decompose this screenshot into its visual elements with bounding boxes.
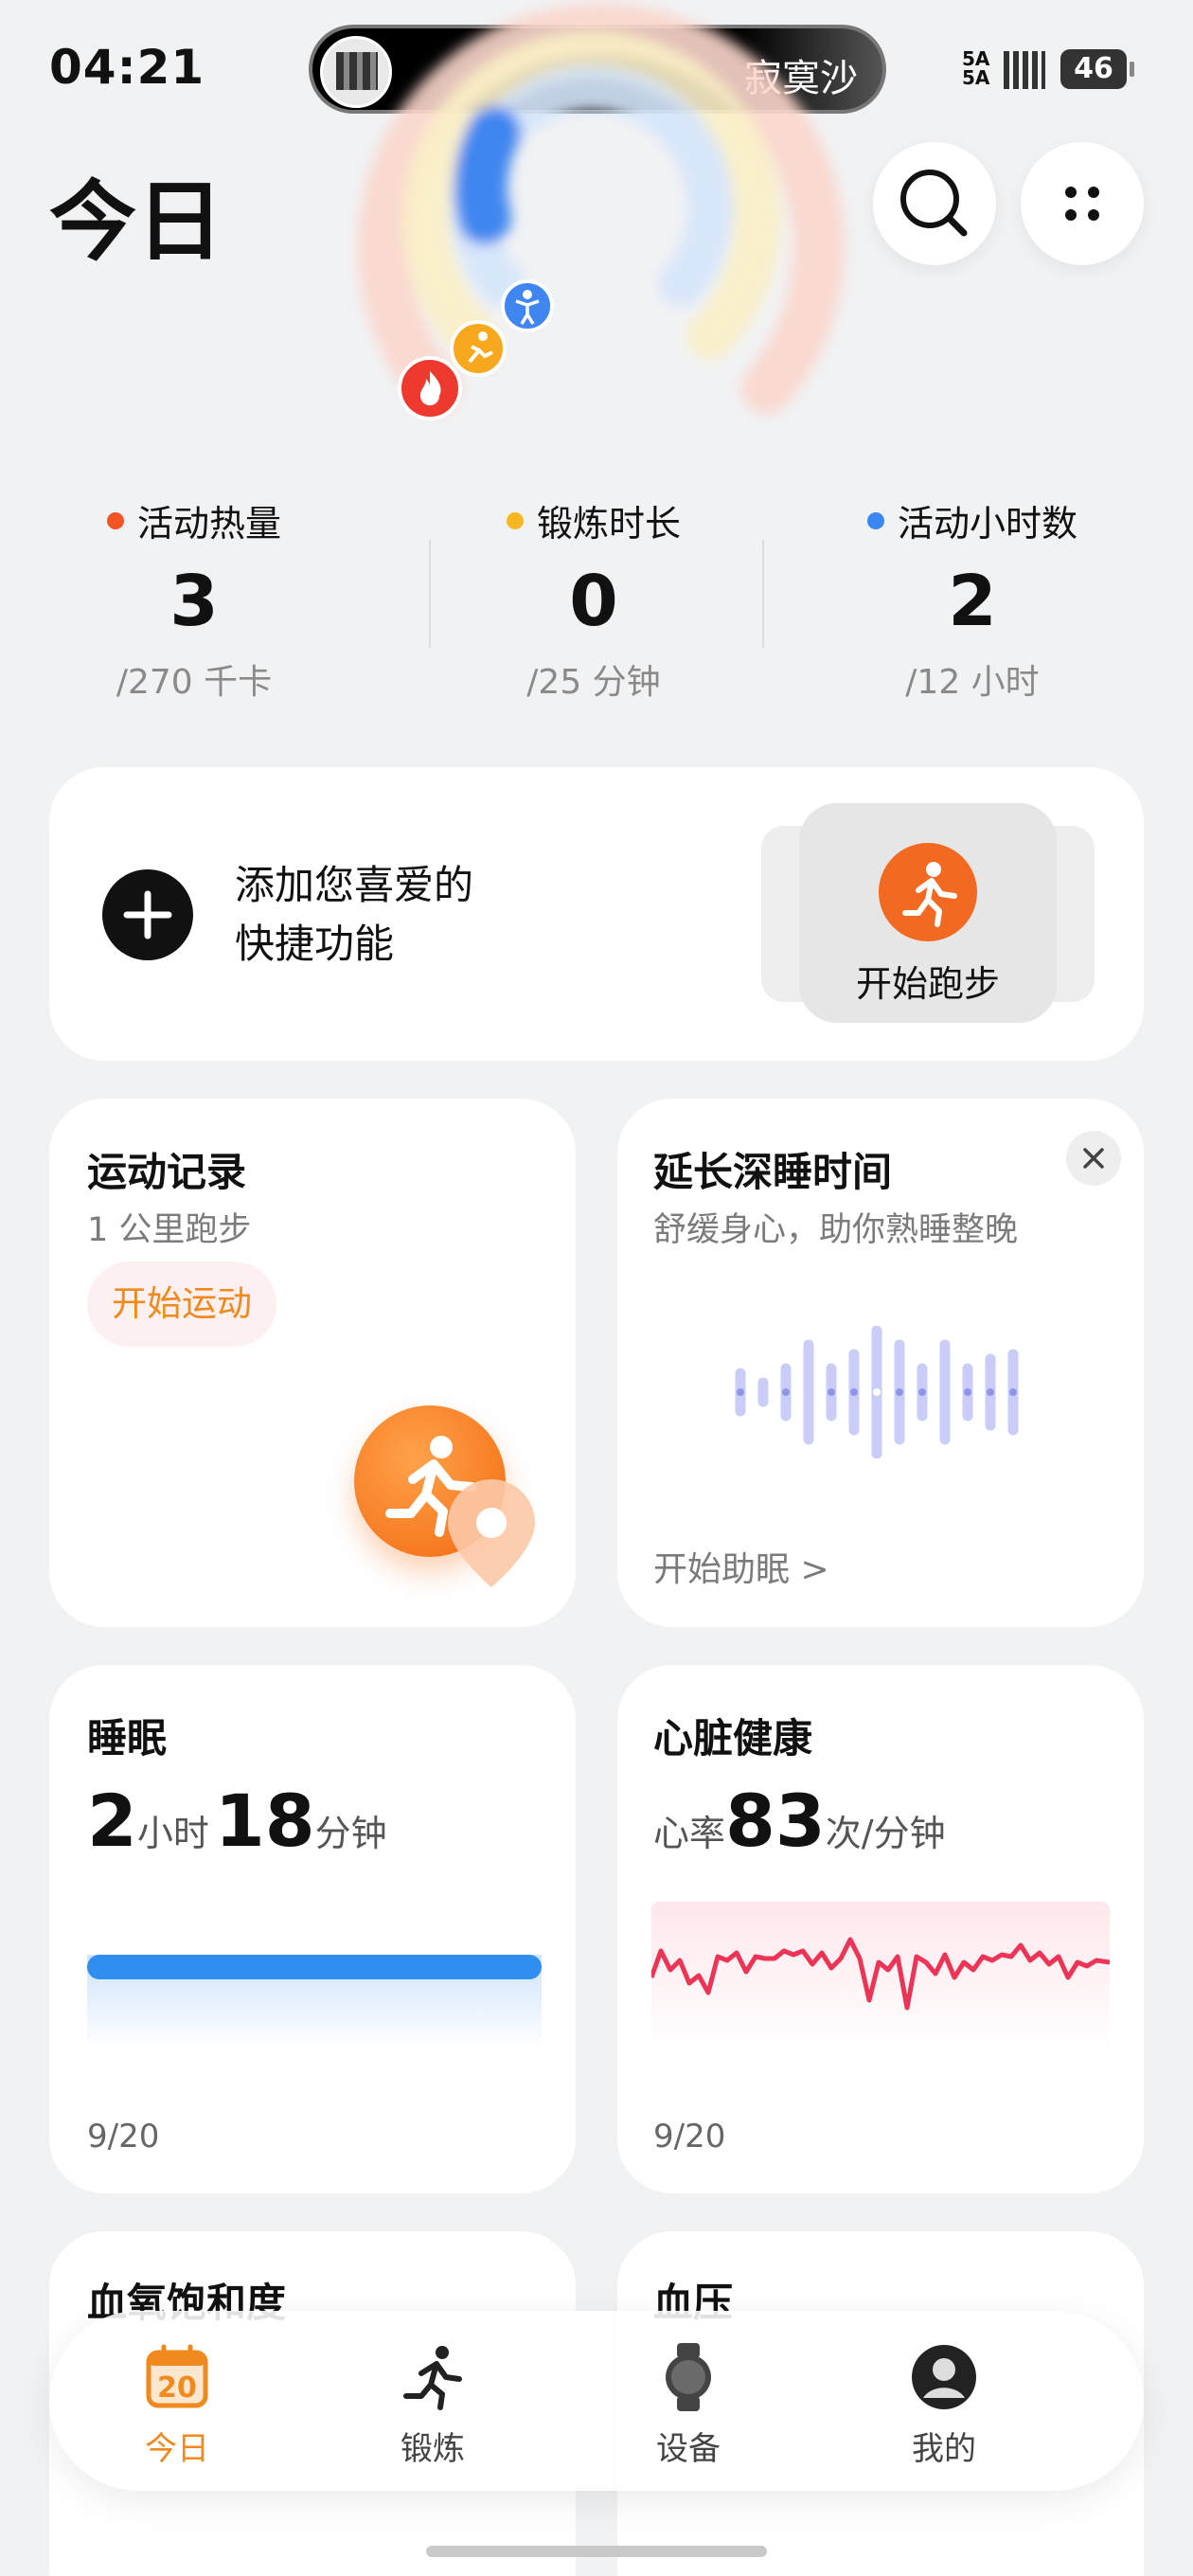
add-shortcut-button[interactable] bbox=[102, 869, 193, 960]
stat-value: 3 bbox=[169, 561, 219, 642]
close-button[interactable] bbox=[1066, 1131, 1121, 1186]
shortcut-card[interactable]: 添加您喜爱的 快捷功能 开始跑步 bbox=[49, 767, 1144, 1061]
tab-today[interactable]: 20 今日 bbox=[49, 2343, 305, 2469]
running-icon bbox=[399, 2343, 467, 2411]
stat-label: 锻炼时长 bbox=[536, 503, 681, 545]
stand-dot bbox=[866, 511, 884, 529]
grid-dots-icon bbox=[1065, 187, 1099, 221]
search-icon bbox=[900, 170, 968, 237]
start-run-label: 开始跑步 bbox=[855, 963, 1000, 1005]
tab-me[interactable]: 我的 bbox=[816, 2343, 1072, 2469]
close-icon bbox=[1083, 1148, 1104, 1169]
page-title: 今日 bbox=[49, 171, 224, 273]
search-button[interactable] bbox=[873, 142, 996, 265]
start-run-shortcut[interactable]: 开始跑步 bbox=[799, 803, 1057, 1023]
card-date: 9/20 bbox=[653, 2118, 726, 2156]
sleep-card[interactable]: 睡眠 2小时18分钟 9/20 bbox=[49, 1665, 576, 2193]
card-title: 心脏健康 bbox=[653, 1715, 813, 1762]
card-subtitle: 1 公里跑步 bbox=[87, 1211, 252, 1249]
card-title: 睡眠 bbox=[87, 1715, 168, 1762]
sleep-bar bbox=[87, 1955, 542, 1979]
location-pin-icon bbox=[448, 1479, 535, 1587]
card-title: 运动记录 bbox=[87, 1149, 247, 1195]
divider bbox=[429, 540, 431, 648]
stat-stand[interactable]: 活动小时数 2 /12 小时 bbox=[816, 494, 1129, 704]
status-time: 04:21 bbox=[49, 40, 205, 95]
card-title: 延长深睡时间 bbox=[653, 1149, 893, 1195]
profile-icon bbox=[910, 2343, 978, 2411]
signal-icon bbox=[1004, 51, 1045, 89]
stat-label: 活动热量 bbox=[136, 503, 281, 545]
calendar-icon: 20 bbox=[143, 2343, 211, 2411]
exercise-dot bbox=[506, 511, 524, 529]
tab-workout[interactable]: 锻炼 bbox=[305, 2343, 561, 2469]
tab-label: 锻炼 bbox=[401, 2430, 465, 2468]
calendar-date: 20 bbox=[157, 2371, 197, 2405]
card-date: 9/20 bbox=[87, 2118, 160, 2156]
tab-label: 今日 bbox=[145, 2430, 209, 2468]
stat-value: 2 bbox=[948, 561, 997, 642]
activity-rings[interactable] bbox=[331, 0, 862, 445]
tab-label: 设备 bbox=[656, 2430, 721, 2468]
home-indicator[interactable] bbox=[426, 2546, 767, 2557]
start-sleep-aid-link[interactable]: 开始助眠 > bbox=[653, 1542, 829, 1591]
heart-rate-chart bbox=[651, 1902, 1110, 2053]
stat-value: 0 bbox=[569, 561, 618, 642]
calories-dot bbox=[106, 511, 124, 529]
plus-icon bbox=[123, 890, 172, 939]
bottom-tab-bar: 20 今日 锻炼 设备 我的 bbox=[49, 2311, 1144, 2491]
tab-devices[interactable]: 设备 bbox=[561, 2343, 816, 2469]
tab-label: 我的 bbox=[912, 2430, 976, 2468]
stat-target: /25 分钟 bbox=[526, 663, 661, 702]
shortcut-text: 添加您喜爱的 快捷功能 bbox=[235, 862, 474, 967]
battery-icon: 46 bbox=[1060, 49, 1134, 89]
stat-target: /12 小时 bbox=[905, 663, 1040, 702]
heart-health-card[interactable]: 心脏健康 心率83次/分钟 9/20 bbox=[617, 1665, 1144, 2193]
start-workout-button[interactable]: 开始运动 bbox=[87, 1261, 276, 1347]
stat-exercise[interactable]: 锻炼时长 0 /25 分钟 bbox=[437, 494, 750, 704]
more-button[interactable] bbox=[1021, 142, 1144, 265]
sound-wave-icon bbox=[735, 1326, 1019, 1458]
heart-rate: 心率83次/分钟 bbox=[653, 1779, 946, 1863]
divider bbox=[762, 540, 764, 648]
stat-label: 活动小时数 bbox=[897, 503, 1077, 545]
network-type: 5A 5A bbox=[962, 47, 990, 89]
stat-calories[interactable]: 活动热量 3 /270 千卡 bbox=[38, 494, 350, 704]
card-subtitle: 舒缓身心，助你熟睡整晚 bbox=[653, 1211, 1019, 1249]
stat-target: /270 千卡 bbox=[116, 663, 273, 702]
exercise-record-card[interactable]: 运动记录 1 公里跑步 开始运动 bbox=[49, 1099, 576, 1627]
sleep-aid-card[interactable]: 延长深睡时间 舒缓身心，助你熟睡整晚 开始助眠 > bbox=[617, 1099, 1144, 1627]
running-icon bbox=[879, 843, 977, 941]
watch-icon bbox=[654, 2343, 722, 2411]
sleep-duration: 2小时18分钟 bbox=[87, 1779, 387, 1863]
